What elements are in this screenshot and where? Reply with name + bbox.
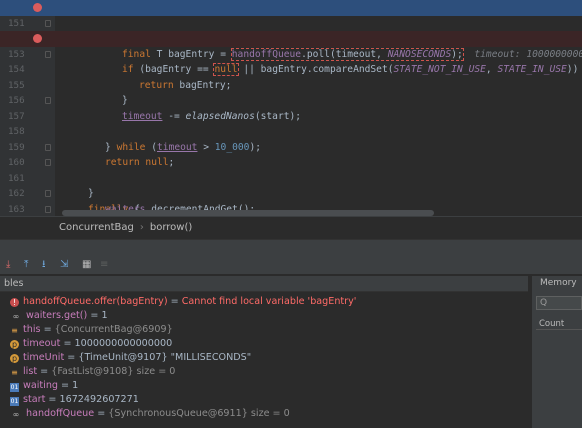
field-icon: ≡ [11, 368, 18, 377]
variable-name: handoffQueue.offer(bagEntry) [23, 296, 168, 307]
variable-value: 1000000000000000 [74, 338, 173, 349]
breadcrumb-separator-icon: › [139, 222, 144, 233]
code-line-163[interactable]: 163 } [0, 186, 582, 215]
variable-value: 1672492607271 [59, 394, 139, 405]
fold-marker-icon[interactable] [45, 97, 51, 104]
variable-row[interactable]: ∞ handoffQueue = {SynchronousQueue@6911} … [10, 407, 290, 421]
breadcrumb-method[interactable]: borrow() [150, 222, 192, 233]
code-line-153[interactable]: 153 return bagEntry; [0, 31, 582, 91]
error-icon: ! [10, 298, 19, 307]
variable-name: timeout [23, 338, 61, 349]
memory-tab[interactable]: Memory [540, 278, 577, 288]
variable-name: start [23, 394, 46, 405]
variable-name: list [23, 366, 38, 377]
field-icon: ≡ [11, 326, 18, 335]
memory-count-header[interactable]: Count [536, 318, 582, 330]
variable-name: handoffQueue [26, 408, 95, 419]
code-line-161[interactable]: 161 finally { [0, 155, 582, 215]
debug-toolbar: ⤓ ⤒ ⭳ ⇲ ▦ ≡ [0, 256, 582, 275]
variable-name: timeUnit [23, 352, 65, 363]
fold-marker-icon[interactable] [45, 143, 51, 151]
memory-search-input[interactable]: Q [536, 296, 582, 310]
variable-separator: = [60, 338, 75, 349]
force-step-into-icon[interactable]: ⭳ [42, 259, 46, 271]
variable-value: {ConcurrentBag@6909} [54, 324, 173, 335]
variable-separator: = [58, 380, 73, 391]
code-line-160[interactable]: 160 } [0, 140, 582, 199]
variable-row[interactable]: ≡ list = {FastList@9108} size = 0 [10, 365, 175, 379]
variable-row[interactable]: ∞ waiters.get() = 1 [10, 309, 108, 323]
variable-value: 1 [101, 310, 108, 321]
param-icon: p [10, 340, 19, 349]
code-line-159[interactable]: 159 return null; [0, 124, 582, 169]
debug-tool-strip [0, 240, 582, 256]
variables-list[interactable]: ! handoffQueue.offer(bagEntry) = Cannot f… [0, 292, 528, 428]
variable-value: {FastList@9108} size = 0 [51, 366, 176, 377]
variable-row[interactable]: 01 start = 1672492607271 [10, 393, 139, 407]
fold-marker-icon[interactable] [45, 159, 51, 166]
variable-separator: = [45, 394, 60, 405]
variable-row[interactable]: 01 waiting = 1 [10, 379, 78, 393]
fold-marker-icon[interactable] [45, 50, 51, 58]
code-line-154[interactable]: 154 } [0, 47, 582, 106]
memory-panel: Memory Q Count [531, 276, 582, 428]
variable-separator: = [64, 352, 79, 363]
variable-separator: = [167, 296, 182, 307]
param-icon: p [10, 354, 19, 363]
variable-separator: = [37, 366, 52, 377]
breadcrumb-class[interactable]: ConcurrentBag [59, 222, 134, 233]
variable-name: waiting [23, 380, 58, 391]
watch-icon: ∞ [12, 410, 20, 419]
step-out-icon[interactable]: ⇲ [60, 259, 68, 271]
code-line-158[interactable]: 158 [0, 109, 582, 137]
local-icon: 01 [10, 397, 19, 406]
code-editor[interactable]: 151 final T bagEntry = handoffQueue.poll… [0, 0, 582, 216]
variable-row[interactable]: p timeUnit = {TimeUnit@9107} "MILLISECOND… [10, 351, 251, 365]
evaluate-icon[interactable]: ▦ [82, 259, 91, 271]
variable-value: {TimeUnit@9107} "MILLISECONDS" [78, 352, 252, 363]
code-line-162[interactable]: 162 waiters.decrementAndGet(); [0, 171, 582, 215]
code-line-152[interactable]: 152 if (bagEntry == null || bagEntry.com… [0, 16, 582, 76]
variable-name: waiters.get() [26, 310, 88, 321]
code-line-155[interactable]: 155 [0, 62, 582, 91]
variable-row[interactable]: ! handoffQueue.offer(bagEntry) = Cannot f… [10, 295, 356, 309]
variable-name: this [23, 324, 41, 335]
code-line-156[interactable]: 156 timeout -= elapsedNanos(start); [0, 78, 582, 122]
variable-separator: = [94, 408, 109, 419]
step-over-icon[interactable]: ⤓ [6, 259, 10, 271]
variable-separator: = [40, 324, 55, 335]
step-into-icon[interactable]: ⤒ [24, 259, 28, 271]
search-icon: Q [540, 298, 548, 308]
code-line-157[interactable]: 157 } while (timeout > 10_000); [0, 93, 582, 153]
local-icon: 01 [10, 383, 19, 392]
fold-marker-icon[interactable] [45, 19, 51, 27]
variable-row[interactable]: p timeout = 1000000000000000 [10, 337, 172, 351]
variable-value: 1 [72, 380, 79, 391]
count-label: Count [539, 319, 565, 329]
breakpoint-icon[interactable] [33, 3, 42, 12]
variable-value: {SynchronousQueue@6911} size = 0 [108, 408, 290, 419]
variable-value: Cannot find local variable 'bagEntry' [181, 296, 357, 307]
breakpoint-icon[interactable] [33, 34, 42, 43]
variable-row[interactable]: ≡ this = {ConcurrentBag@6909} [10, 323, 173, 337]
watch-icon: ∞ [12, 312, 20, 321]
frames-icon[interactable]: ≡ [100, 259, 108, 271]
variables-header: bles [0, 276, 528, 292]
variable-separator: = [87, 310, 102, 321]
fold-marker-icon[interactable] [45, 190, 51, 197]
breadcrumb: ConcurrentBag › borrow() [0, 216, 582, 240]
code-line-151[interactable]: 151 final T bagEntry = handoffQueue.poll… [0, 0, 582, 61]
